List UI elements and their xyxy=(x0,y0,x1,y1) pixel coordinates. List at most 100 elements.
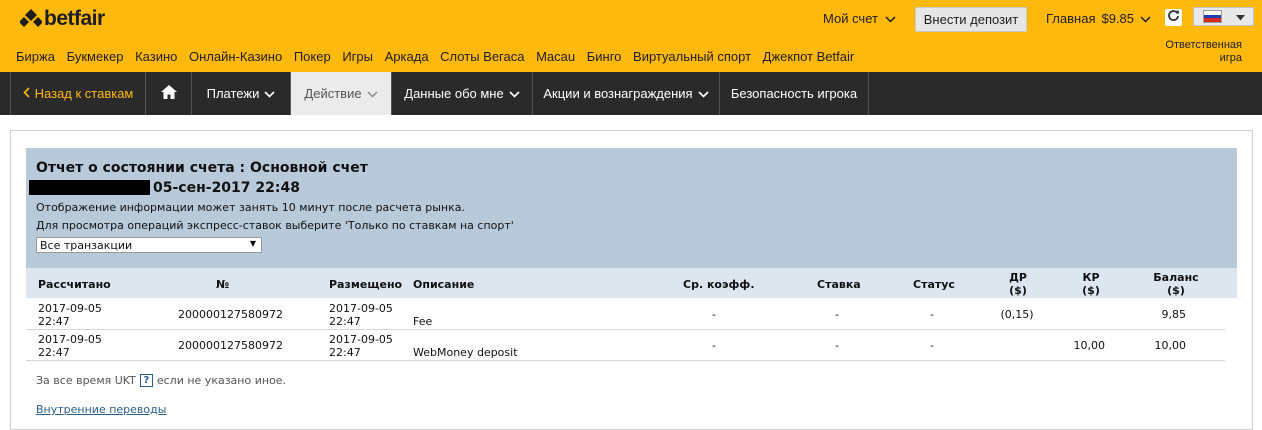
nav-item[interactable]: Джекпот Betfair xyxy=(763,49,855,64)
transaction-filter-value: Все транзакции xyxy=(40,238,133,252)
nav-item[interactable]: Бинго xyxy=(587,49,622,64)
col-number: № xyxy=(216,278,230,291)
nav-item[interactable]: Покер xyxy=(294,49,331,64)
cell-avg-odds: - xyxy=(712,308,716,321)
cell-placed-date: 2017-09-05 xyxy=(329,302,393,315)
chevron-left-icon xyxy=(22,86,30,101)
chevron-down-icon xyxy=(1140,11,1151,26)
help-icon[interactable]: ? xyxy=(139,374,153,387)
timezone-note-suffix: если не указано иное. xyxy=(156,374,287,387)
deposit-button[interactable]: Внести депозит xyxy=(915,7,1027,32)
chevron-down-icon xyxy=(509,86,520,101)
col-balance: Баланс ($) xyxy=(1146,271,1206,297)
tab-player-security-label: Безопасность игрока xyxy=(730,86,858,101)
cell-balance: 9,85 xyxy=(1161,308,1187,321)
my-account-menu[interactable]: Мой счет xyxy=(823,11,896,26)
cell-placed-time: 22:47 xyxy=(329,346,361,359)
cell-description: WebMoney deposit xyxy=(413,346,518,359)
cell-settled-date: 2017-09-05 xyxy=(38,302,102,315)
cell-placed-time: 22:47 xyxy=(329,315,361,328)
col-balance-label: Баланс xyxy=(1153,271,1199,284)
refresh-icon xyxy=(1167,9,1180,27)
tab-payments-label: Платежи xyxy=(206,86,260,101)
internal-transfers-link[interactable]: Внутренние переводы xyxy=(36,403,166,416)
nav-item[interactable]: Аркада xyxy=(385,49,429,64)
row-divider xyxy=(26,360,1225,361)
nav-item[interactable]: Биржа xyxy=(16,49,55,64)
nav-item[interactable]: Онлайн-Казино xyxy=(189,49,282,64)
caret-down-icon: ▼ xyxy=(249,239,256,248)
top-bar: betfair Мой счет Внести депозит Главная … xyxy=(0,0,1262,72)
product-nav: Биржа Букмекер Казино Онлайн-Казино Поке… xyxy=(16,49,862,64)
home-button[interactable] xyxy=(146,72,192,115)
cell-number: 200000127580972 xyxy=(178,308,283,321)
nav-item[interactable]: Виртуальный спорт xyxy=(633,49,751,64)
cell-stake: - xyxy=(835,339,839,352)
timezone-note: За все время UKT ? если не указано иное. xyxy=(36,374,286,387)
cell-placed: 2017-09-05 22:47 xyxy=(329,333,393,359)
col-placed: Размещено xyxy=(329,278,403,291)
responsible-gaming-link[interactable]: Ответственная игра xyxy=(1132,39,1242,65)
tab-player-security[interactable]: Безопасность игрока xyxy=(720,72,869,115)
report-datetime: 05-сен-2017 22:48 xyxy=(153,180,300,196)
back-to-bets-label: Назад к ставкам xyxy=(34,86,134,101)
row-divider xyxy=(26,329,1225,330)
chevron-down-icon xyxy=(698,86,709,101)
tab-my-data-label: Данные обо мне xyxy=(404,86,504,101)
tab-my-data[interactable]: Данные обо мне xyxy=(392,72,533,115)
tab-payments[interactable]: Платежи xyxy=(192,72,291,115)
nav-item[interactable]: Macau xyxy=(536,49,575,64)
report-title: Отчет о состоянии счета : Основной счет xyxy=(36,160,368,176)
cell-debit: (0,15) xyxy=(1000,308,1034,321)
main-balance-menu[interactable]: Главная $9.85 xyxy=(1046,11,1151,26)
caret-down-icon xyxy=(1236,8,1245,26)
home-icon xyxy=(160,85,177,102)
cell-status: - xyxy=(930,339,934,352)
main-wallet-label: Главная xyxy=(1046,11,1096,26)
transaction-filter-select[interactable]: Все транзакции ▼ xyxy=(36,237,262,253)
betfair-logo[interactable]: betfair xyxy=(19,6,105,32)
tab-promotions-label: Акции и вознаграждения xyxy=(543,86,693,101)
nav-item[interactable]: Казино xyxy=(135,49,177,64)
refresh-balance-button[interactable] xyxy=(1165,9,1182,26)
cell-avg-odds: - xyxy=(712,339,716,352)
col-stake: Ставка xyxy=(817,278,861,291)
cell-settled-time: 22:47 xyxy=(38,315,70,328)
timezone-note-prefix: За все время UKT xyxy=(36,374,136,387)
chevron-down-icon xyxy=(367,86,378,101)
col-settled: Рассчитано xyxy=(38,278,111,291)
col-credit: КР ($) xyxy=(1073,271,1109,297)
cell-status: - xyxy=(930,308,934,321)
col-debit: ДР ($) xyxy=(1000,271,1036,297)
nav-item[interactable]: Букмекер xyxy=(67,49,124,64)
cell-stake: - xyxy=(835,308,839,321)
cell-credit: 10,00 xyxy=(1073,339,1106,352)
betfair-arrows-icon xyxy=(19,8,43,30)
back-to-bets-button[interactable]: Назад к ставкам xyxy=(10,72,146,115)
account-subnav: Назад к ставкам Платежи Действие Данные … xyxy=(0,72,1262,115)
col-status: Статус xyxy=(913,278,955,291)
cell-settled: 2017-09-05 22:47 xyxy=(38,333,102,359)
balance-value: $9.85 xyxy=(1101,11,1135,26)
tab-activity-label: Действие xyxy=(304,86,362,101)
chevron-down-icon xyxy=(264,86,275,101)
col-credit-unit: ($) xyxy=(1082,284,1100,297)
nav-item[interactable]: Слоты Вегаса xyxy=(440,49,524,64)
col-credit-label: КР xyxy=(1082,271,1100,284)
col-avg-odds: Ср. коэфф. xyxy=(683,278,755,291)
cell-balance: 10,00 xyxy=(1154,339,1187,352)
tab-activity[interactable]: Действие xyxy=(291,72,392,115)
report-info-multiples: Для просмотра операций экспресс-ставок в… xyxy=(36,219,514,232)
cell-settled: 2017-09-05 22:47 xyxy=(38,302,102,328)
cell-settled-time: 22:47 xyxy=(38,346,70,359)
brand-name: betfair xyxy=(44,7,105,30)
language-selector[interactable] xyxy=(1193,7,1254,26)
nav-item[interactable]: Игры xyxy=(342,49,373,64)
russian-flag-icon xyxy=(1203,10,1222,23)
table-header xyxy=(26,268,1237,298)
my-account-label: Мой счет xyxy=(823,11,878,26)
report-info-delay: Отображение информации может занять 10 м… xyxy=(36,201,465,214)
cell-placed-date: 2017-09-05 xyxy=(329,333,393,346)
tab-promotions[interactable]: Акции и вознаграждения xyxy=(533,72,720,115)
redacted-username xyxy=(29,180,150,195)
